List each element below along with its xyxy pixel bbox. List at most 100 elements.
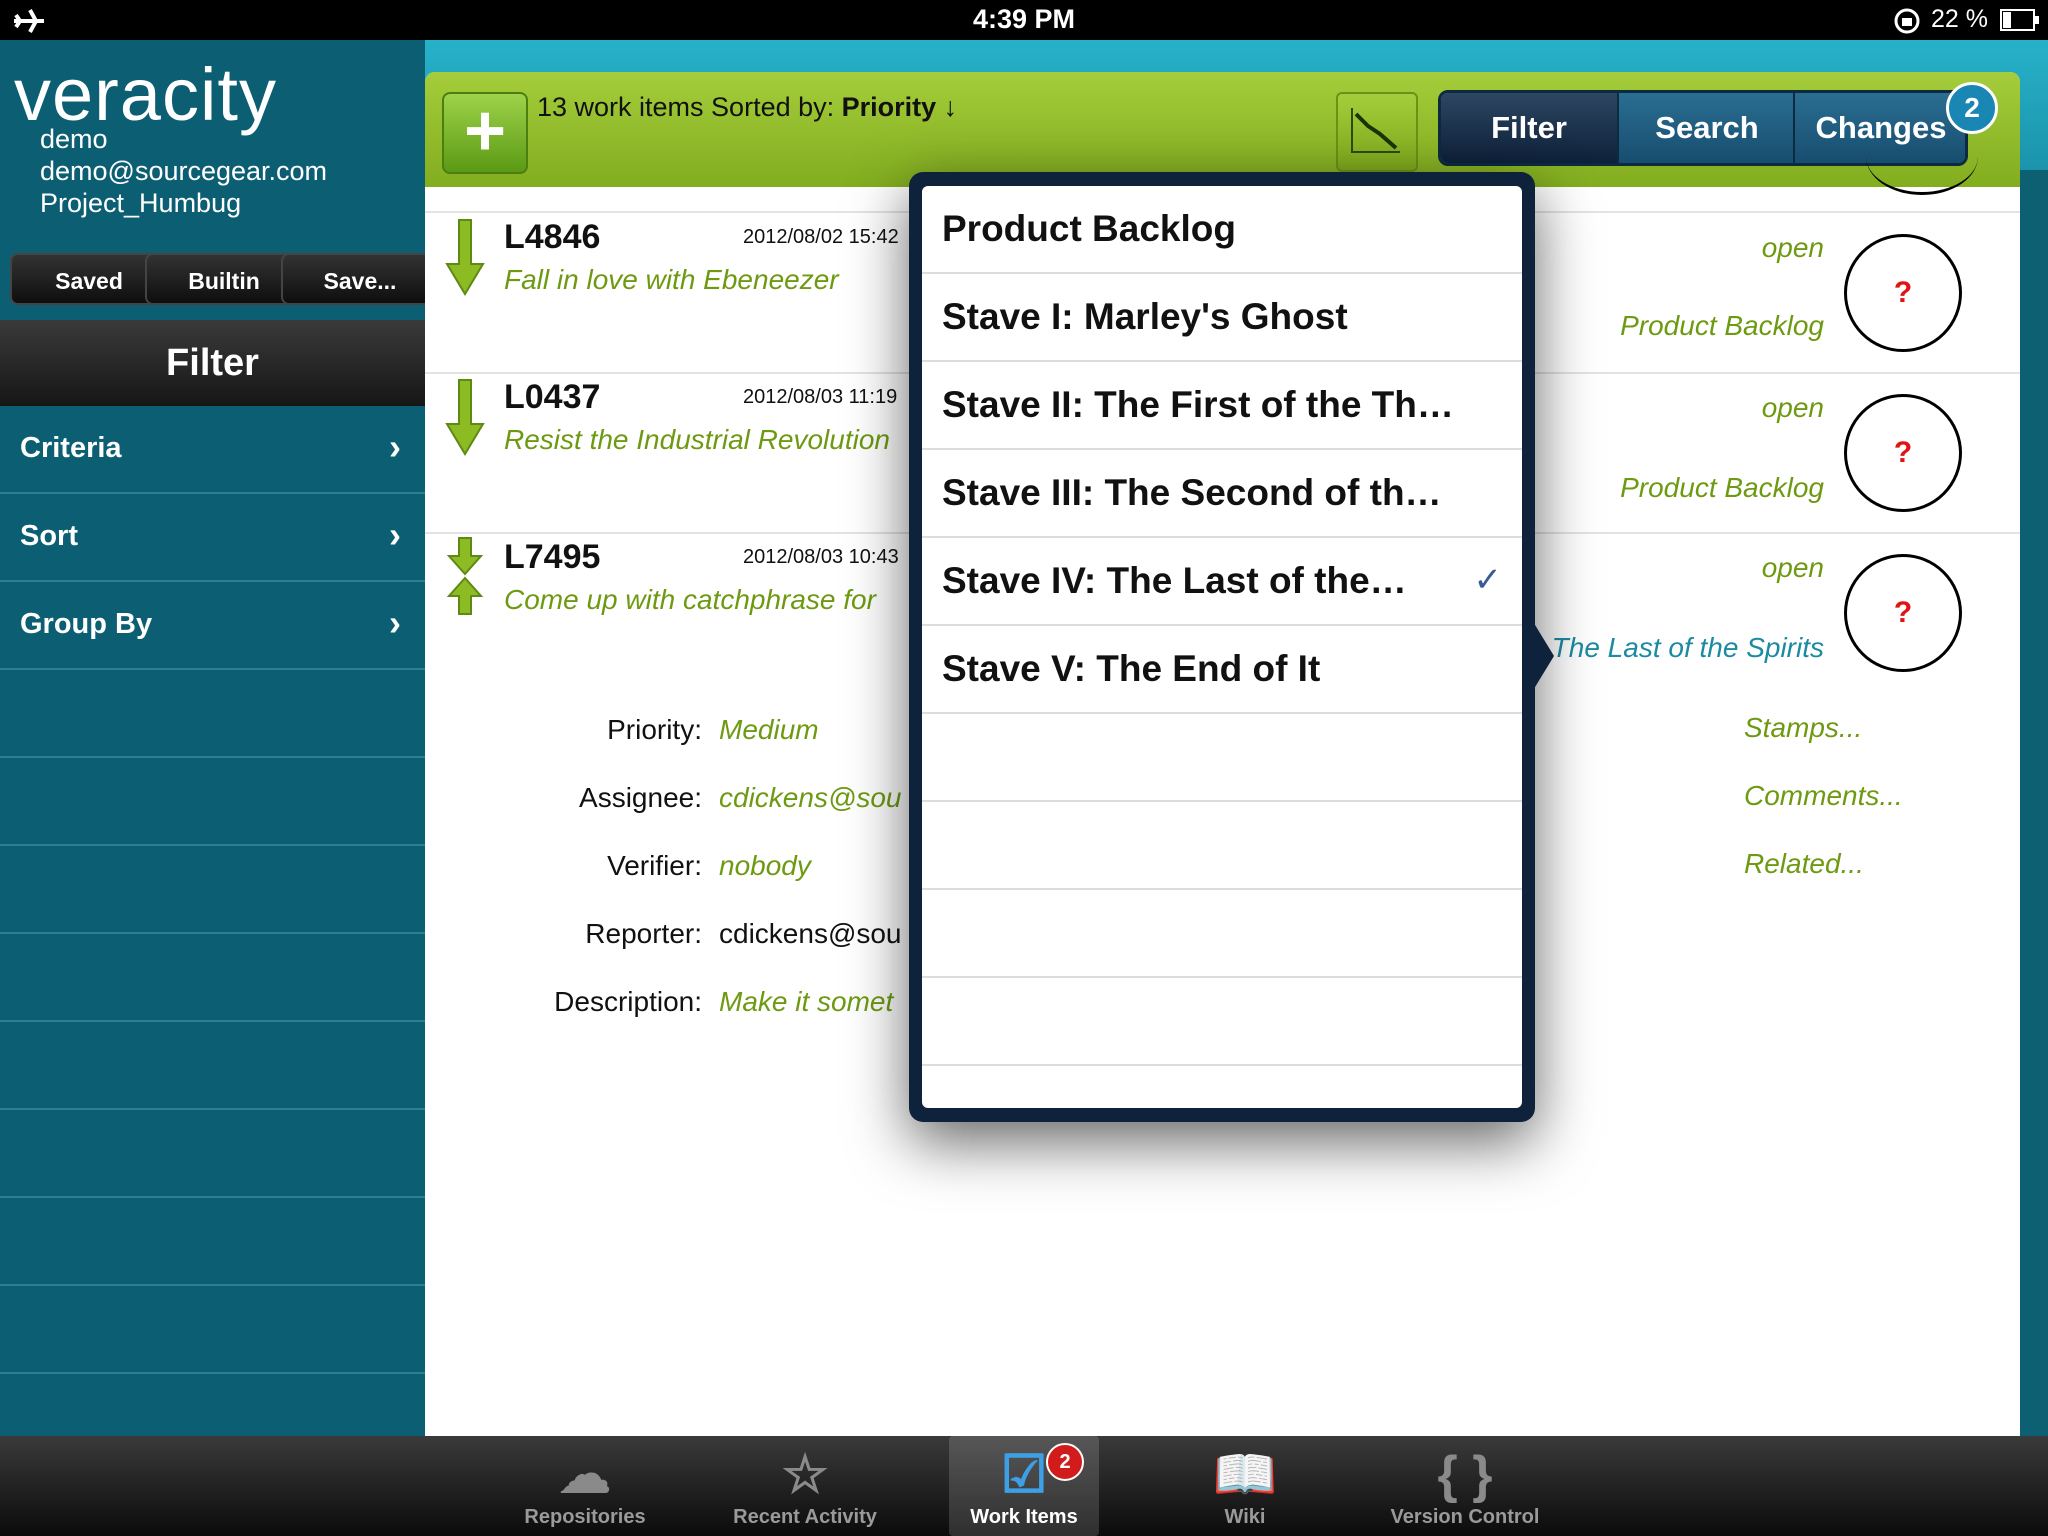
work-item-title: Resist the Industrial Revolution [504, 424, 890, 455]
milestone-option[interactable]: Stave I: Marley's Ghost [922, 274, 1522, 362]
reporter-value: cdickens@sou [719, 918, 902, 949]
tab-label: Repositories [524, 1506, 646, 1528]
description-value[interactable]: Make it somet [719, 986, 893, 1018]
work-item-count: 13 work items Sorted by: Priority ↓ [537, 92, 957, 123]
assignee-label: Assignee: [579, 782, 702, 813]
work-item-milestone: Product Backlog [1620, 310, 1824, 341]
milestone-option[interactable]: Stave II: The First of the Th… [922, 362, 1522, 450]
tab-label: Recent Activity [733, 1506, 877, 1528]
rotation-lock-icon [1894, 8, 1920, 34]
stamp-circle[interactable]: ? [1844, 394, 1962, 512]
tab-filter[interactable]: Filter [1441, 93, 1617, 163]
builtin-button[interactable]: Builtin [145, 253, 303, 305]
sidebar-item-label: Sort [20, 520, 78, 552]
work-item-date: 2012/08/02 15:42 [743, 226, 899, 248]
milestone-option[interactable]: Product Backlog [922, 186, 1522, 274]
chart-icon [1351, 108, 1400, 153]
stamp-circle[interactable]: ? [1844, 234, 1962, 352]
sidebar-item-sort[interactable]: Sort › [0, 494, 425, 582]
work-items-badge: 2 [1046, 1443, 1084, 1481]
priority-down-arrow-icon [445, 379, 485, 456]
priority-label: Priority: [607, 714, 702, 745]
milestone-option[interactable]: Stave III: The Second of th… [922, 450, 1522, 538]
sidebar-empty-row [0, 1198, 425, 1286]
sort-field: Priority [841, 92, 937, 122]
sidebar-item-criteria[interactable]: Criteria › [0, 406, 425, 494]
work-item-date: 2012/08/03 11:19 [743, 386, 898, 408]
tab-wiki[interactable]: 📖 Wiki [1170, 1436, 1320, 1536]
popover-arrow [1532, 620, 1554, 692]
priority-value[interactable]: Medium [719, 714, 819, 746]
milestone-empty-row [922, 890, 1522, 978]
add-work-item-button[interactable]: + [442, 92, 528, 174]
priority-medium-arrows-icon [446, 537, 484, 615]
sidebar-item-label: Criteria [20, 432, 122, 464]
star-icon: ☆ [781, 1446, 829, 1504]
burndown-chart-button[interactable] [1336, 92, 1418, 172]
sort-direction: ↓ [943, 92, 958, 122]
milestone-list: Product Backlog Stave I: Marley's Ghost … [922, 186, 1522, 1108]
sidebar-empty-row [0, 670, 425, 758]
status-bar: 4:39 PM 22 % [0, 0, 2048, 40]
tab-label: Version Control [1390, 1506, 1540, 1528]
stamp-circle[interactable]: ? [1844, 554, 1962, 672]
status-time: 4:39 PM [972, 4, 1076, 34]
sidebar-item-label: Group By [20, 608, 153, 640]
tab-label: Wiki [1224, 1506, 1266, 1528]
assignee-value[interactable]: cdickens@sou [719, 782, 902, 814]
count-text: 13 work items Sorted by: [537, 92, 842, 122]
work-item-id: L4846 [504, 218, 601, 256]
sidebar-item-group-by[interactable]: Group By › [0, 582, 425, 670]
stamps-link[interactable]: Stamps... [1744, 712, 1862, 744]
reporter-label: Reporter: [585, 918, 702, 949]
chevron-right-icon: › [389, 426, 401, 467]
milestone-option-selected[interactable]: Stave IV: The Last of the… ✓ [922, 538, 1522, 626]
work-item-status: open [1761, 232, 1824, 263]
milestone-empty-row [922, 714, 1522, 802]
work-item-title: Come up with catchphrase for [504, 584, 876, 615]
save-as-button[interactable]: Save... [281, 253, 439, 305]
tab-repositories[interactable]: ☁ Repositories [510, 1436, 660, 1536]
work-item-milestone: Product Backlog [1620, 472, 1824, 503]
work-item-status: open [1761, 552, 1824, 583]
sidebar-empty-row [0, 1022, 425, 1110]
sidebar-empty-row [0, 1110, 425, 1198]
milestone-option-label: Stave IV: The Last of the… [942, 560, 1407, 601]
sidebar-empty-row [0, 846, 425, 934]
milestone-option-label: Product Backlog [942, 208, 1236, 249]
work-item-id: L7495 [504, 538, 601, 576]
checkmark-icon: ✓ [1473, 561, 1503, 599]
sidebar-title: Filter [0, 320, 425, 406]
milestone-option-label: Stave III: The Second of th… [942, 472, 1442, 513]
work-item-date: 2012/08/03 10:43 [743, 546, 899, 568]
tab-search[interactable]: Search [1617, 93, 1795, 163]
braces-icon: { } [1437, 1446, 1493, 1504]
tab-recent-activity[interactable]: ☆ Recent Activity [720, 1436, 890, 1536]
verifier-label: Verifier: [607, 850, 702, 881]
description-label: Description: [554, 986, 702, 1017]
sidebar-empty-row [0, 1286, 425, 1374]
milestone-option-label: Stave V: The End of It [942, 648, 1321, 689]
battery-icon [2000, 9, 2039, 31]
chevron-right-icon: › [389, 514, 401, 555]
chevron-right-icon: › [389, 602, 401, 643]
work-item-id: L0437 [504, 378, 601, 416]
milestone-option[interactable]: Stave V: The End of It [922, 626, 1522, 714]
milestone-empty-row [922, 802, 1522, 890]
account-email: demo@sourcegear.com [40, 156, 328, 186]
sidebar-empty-row [0, 758, 425, 846]
priority-down-arrow-icon [445, 219, 485, 296]
verifier-value[interactable]: nobody [719, 850, 811, 882]
related-link[interactable]: Related... [1744, 848, 1864, 880]
book-icon: 📖 [1212, 1446, 1278, 1504]
stamp-circle-partial [1866, 118, 1978, 195]
milestone-empty-row [922, 978, 1522, 1066]
account-project: Project_Humbug [40, 188, 242, 218]
comments-link[interactable]: Comments... [1744, 780, 1903, 812]
work-item-status: open [1761, 392, 1824, 423]
battery-text: 22 % [1931, 5, 1988, 33]
milestone-option-label: Stave II: The First of the Th… [942, 384, 1454, 425]
tab-version-control[interactable]: { } Version Control [1380, 1436, 1550, 1536]
plus-icon: + [463, 91, 507, 171]
work-item-title: Fall in love with Ebeneezer [504, 264, 839, 295]
